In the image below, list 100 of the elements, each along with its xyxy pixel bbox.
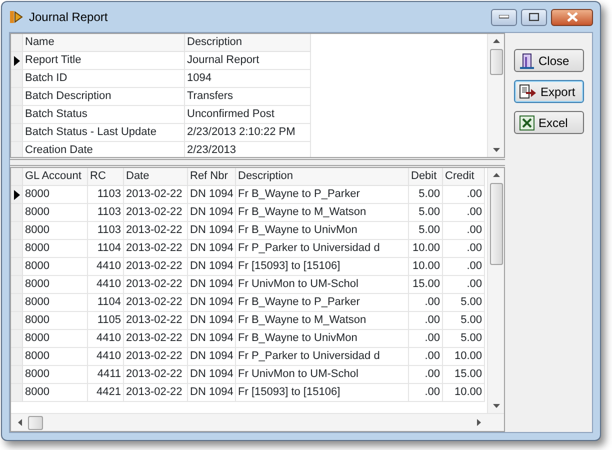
table-cell: 1103 xyxy=(88,186,124,204)
table-cell: DN 1094 xyxy=(188,384,236,402)
column-header[interactable]: Debit xyxy=(409,168,443,186)
scroll-right-icon xyxy=(476,419,480,426)
column-header[interactable]: RC xyxy=(88,168,124,186)
maximize-icon xyxy=(529,13,539,21)
table-cell: 1105 xyxy=(88,312,124,330)
table-cell: 5.00 xyxy=(443,294,485,312)
table-cell: 8000 xyxy=(23,294,88,312)
grid-cell: Batch Status - Last Update xyxy=(23,124,185,142)
table-cell: Fr [15093] to [15106] xyxy=(236,258,409,276)
table-cell: 2013-02-22 xyxy=(124,330,188,348)
table-cell: Fr UnivMon to UM-Schol xyxy=(236,276,409,294)
close-icon xyxy=(566,12,578,22)
table-cell: DN 1094 xyxy=(188,222,236,240)
column-header[interactable]: Description xyxy=(185,34,311,52)
table-cell: .00 xyxy=(409,366,443,384)
scroll-down-icon xyxy=(492,148,500,152)
table-cell: Fr [15093] to [15106] xyxy=(236,384,409,402)
table-cell: .00 xyxy=(443,204,485,222)
grid-cell: 2/23/2013 2:10:22 PM xyxy=(185,124,311,142)
table-cell: 8000 xyxy=(23,258,88,276)
table-cell: Fr B_Wayne to M_Watson xyxy=(236,204,409,222)
table-cell: Fr P_Parker to Universidad d xyxy=(236,348,409,366)
table-cell: 5.00 xyxy=(443,312,485,330)
table-cell: .00 xyxy=(409,384,443,402)
row-header[interactable] xyxy=(11,52,23,70)
table-cell: Fr B_Wayne to UnivMon xyxy=(236,330,409,348)
scroll-down-icon xyxy=(492,404,500,408)
table-cell: 1103 xyxy=(88,204,124,222)
table-cell: 10.00 xyxy=(443,384,485,402)
table-cell: 8000 xyxy=(23,186,88,204)
horizontal-scrollbar[interactable] xyxy=(11,413,504,431)
column-header[interactable]: Name xyxy=(23,34,185,52)
table-cell: DN 1094 xyxy=(188,294,236,312)
toolbar-button[interactable]: Close xyxy=(514,49,584,72)
column-header[interactable]: Credit xyxy=(443,168,485,186)
spreadsheet-icon xyxy=(518,114,534,130)
table-cell: DN 1094 xyxy=(188,330,236,348)
table-cell: Fr B_Wayne to P_Parker xyxy=(236,294,409,312)
grid-cell: Journal Report xyxy=(185,52,311,70)
table-cell: 4421 xyxy=(88,384,124,402)
vertical-scrollbar[interactable] xyxy=(487,168,504,413)
table-cell: 2013-02-22 xyxy=(124,204,188,222)
grid-cell: 1094 xyxy=(185,70,311,88)
table-cell: Fr UnivMon to UM-Schol xyxy=(236,366,409,384)
table-cell: 5.00 xyxy=(409,186,443,204)
table-cell: 2013-02-22 xyxy=(124,384,188,402)
close-window-button[interactable] xyxy=(551,8,593,26)
table-cell: 5.00 xyxy=(409,222,443,240)
grid-cell: Batch Description xyxy=(23,88,185,106)
table-cell: 4410 xyxy=(88,330,124,348)
table-cell: 10.00 xyxy=(409,258,443,276)
table-cell: DN 1094 xyxy=(188,204,236,222)
table-cell: DN 1094 xyxy=(188,186,236,204)
row-header[interactable] xyxy=(11,186,23,204)
table-cell: 8000 xyxy=(23,240,88,258)
door-icon xyxy=(518,52,534,68)
table-cell: 8000 xyxy=(23,348,88,366)
scroll-thumb[interactable] xyxy=(490,183,502,265)
scroll-up-icon xyxy=(492,39,500,43)
grid-cell: 2/23/2013 xyxy=(185,142,311,157)
table-cell: .00 xyxy=(409,294,443,312)
table-cell: 10.00 xyxy=(409,240,443,258)
table-cell: 4410 xyxy=(88,276,124,294)
scroll-thumb[interactable] xyxy=(28,416,43,430)
table-cell: DN 1094 xyxy=(188,276,236,294)
table-cell: DN 1094 xyxy=(188,348,236,366)
toolbar-button[interactable]: Excel xyxy=(514,111,584,134)
table-cell: 2013-02-22 xyxy=(124,240,188,258)
table-cell: 8000 xyxy=(23,204,88,222)
table-cell: .00 xyxy=(409,312,443,330)
table-cell: DN 1094 xyxy=(188,366,236,384)
table-cell: 8000 xyxy=(23,312,88,330)
toolbar-button[interactable]: Export xyxy=(514,80,584,103)
table-cell: Fr B_Wayne to M_Watson xyxy=(236,312,409,330)
table-cell: .00 xyxy=(443,276,485,294)
scroll-thumb[interactable] xyxy=(490,49,502,75)
table-cell: DN 1094 xyxy=(188,312,236,330)
table-cell: .00 xyxy=(409,348,443,366)
minimize-icon xyxy=(499,15,509,19)
export-icon xyxy=(518,84,536,100)
table-cell: 8000 xyxy=(23,276,88,294)
maximize-button[interactable] xyxy=(521,8,547,26)
column-header[interactable]: GL Account xyxy=(23,168,88,186)
table-cell: DN 1094 xyxy=(188,258,236,276)
column-header[interactable]: Ref Nbr xyxy=(188,168,236,186)
column-header[interactable]: Date xyxy=(124,168,188,186)
table-cell: 2013-02-22 xyxy=(124,348,188,366)
table-cell: .00 xyxy=(443,186,485,204)
column-header[interactable]: Description xyxy=(236,168,409,186)
table-cell: 8000 xyxy=(23,330,88,348)
table-cell: .00 xyxy=(409,330,443,348)
grid-cell: Batch ID xyxy=(23,70,185,88)
minimize-button[interactable] xyxy=(491,8,517,26)
table-cell: 1104 xyxy=(88,294,124,312)
splitter[interactable] xyxy=(10,159,505,166)
vertical-scrollbar[interactable] xyxy=(487,34,504,157)
grid-cell: Creation Date xyxy=(23,142,185,157)
grid-cell: Unconfirmed Post xyxy=(185,106,311,124)
